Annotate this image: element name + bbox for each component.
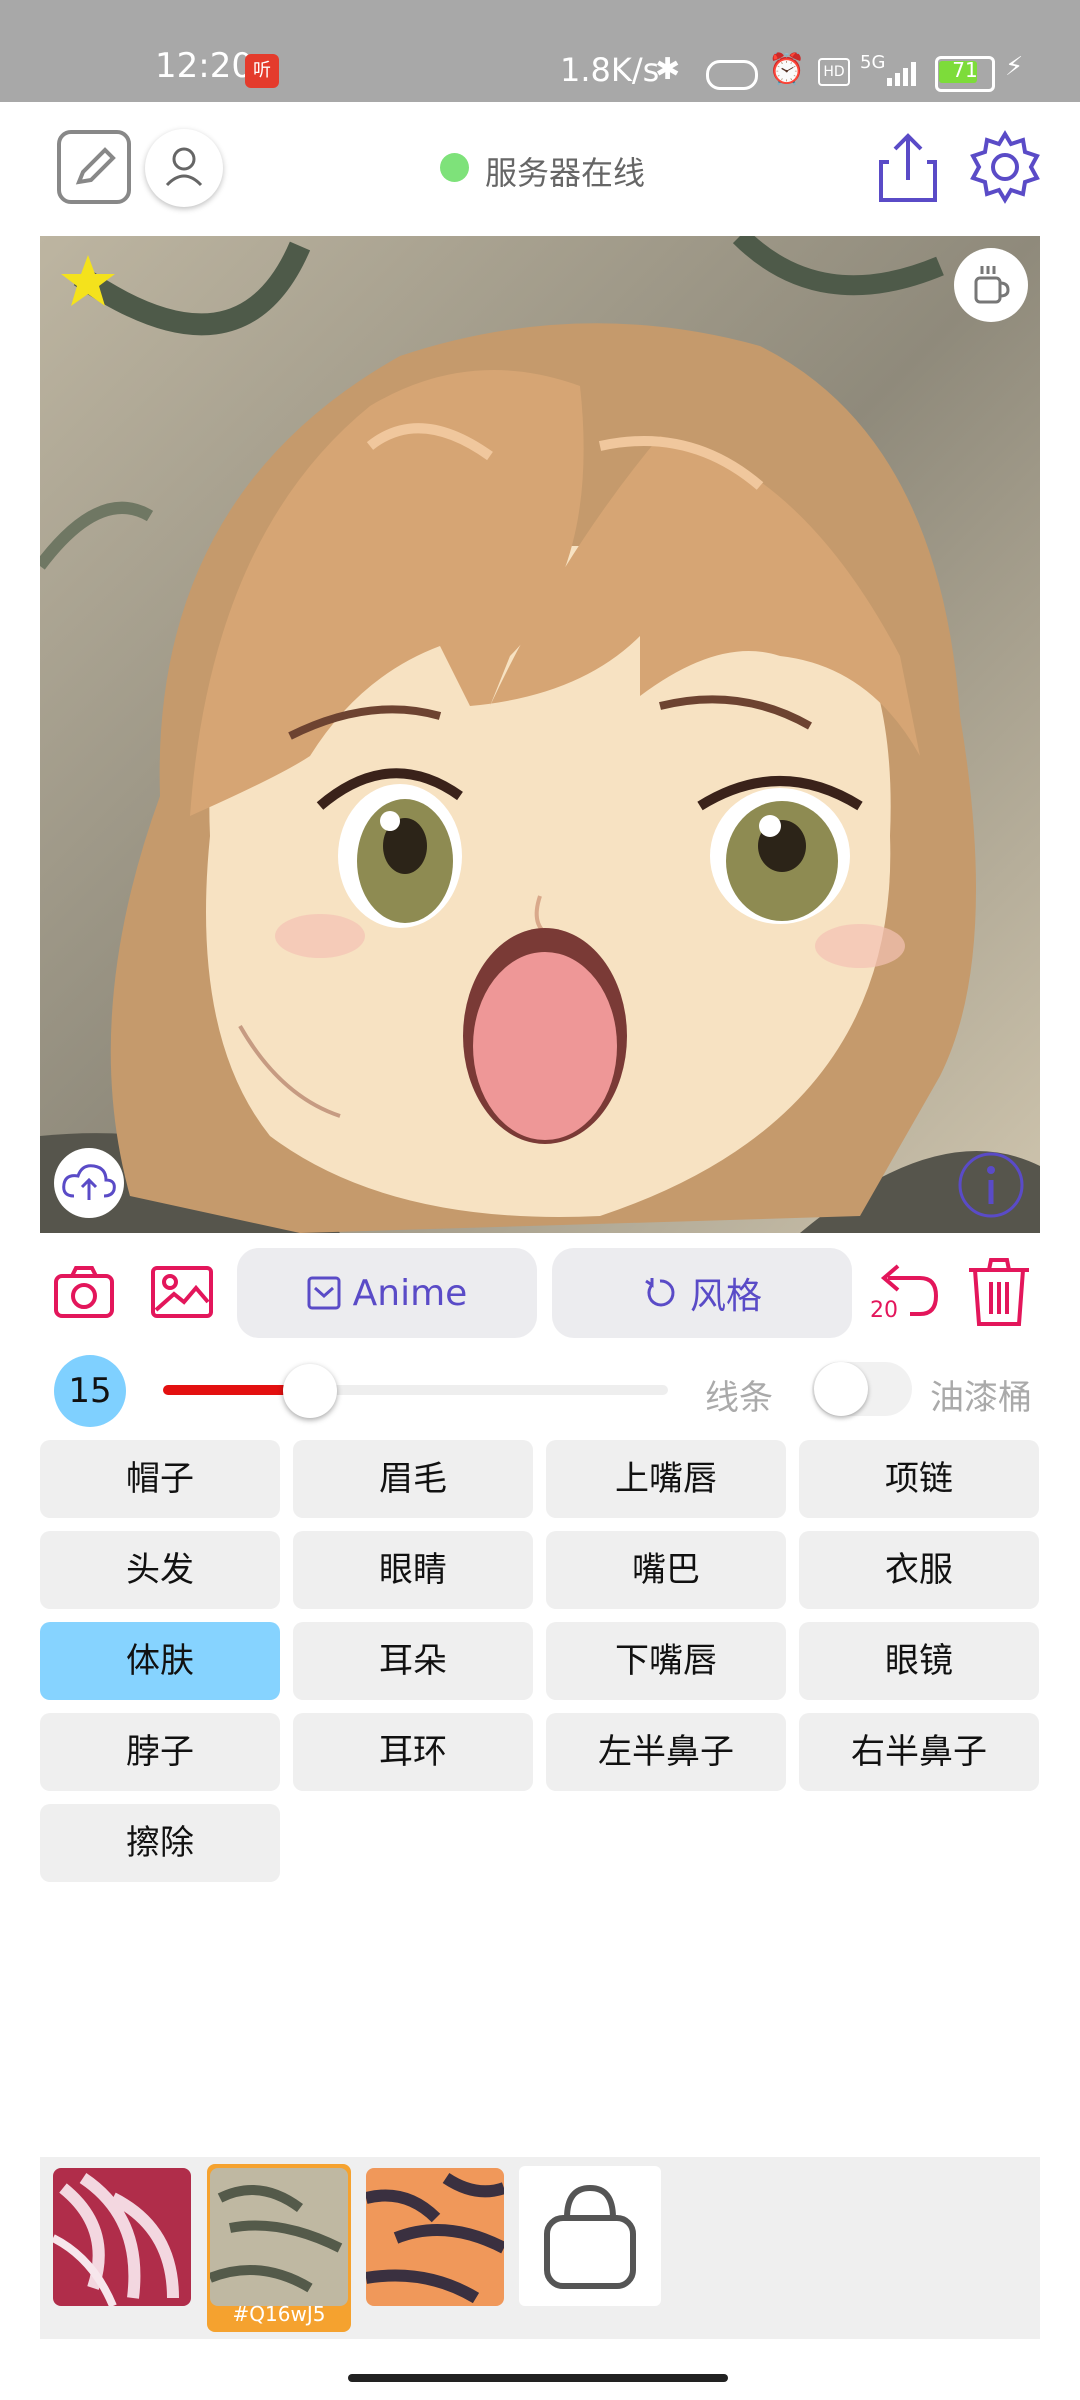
camera-button[interactable] [52,1262,116,1322]
coffee-button[interactable] [954,248,1028,322]
info-icon [958,1152,1024,1218]
anime-mode-label: Anime [352,1272,468,1314]
part-button-right-nose[interactable]: 右半鼻子 [799,1713,1039,1791]
share-icon [879,133,937,202]
part-button-necklace[interactable]: 项链 [799,1440,1039,1518]
home-indicator[interactable] [348,2374,728,2382]
user-icon [165,147,203,187]
anime-mode-button[interactable]: Anime [237,1248,537,1338]
status-bar: 12:20 听 1.8K/s ✱ ⏰ HD 5G 71 ⚡ [0,0,1080,102]
part-button-upper-lip[interactable]: 上嘴唇 [546,1440,786,1518]
drawing-canvas[interactable] [40,236,1040,1233]
part-button-left-nose[interactable]: 左半鼻子 [546,1713,786,1791]
anime-face-illustration [40,236,1040,1233]
user-button[interactable] [145,129,223,207]
server-status-dot [440,153,469,182]
pattern-swatch-1[interactable] [53,2168,191,2306]
app-notification-icon: 听 [245,54,279,88]
coffee-cup-icon [974,266,1010,304]
pattern-swatch-3[interactable] [366,2168,504,2306]
server-status-text: 服务器在线 [485,154,646,192]
undo-count: 20 [870,1298,898,1323]
pattern-swatch-image [366,2168,504,2306]
shopping-bag-icon [544,2184,636,2289]
pencil-icon [75,147,116,185]
network-speed: 1.8K/s [560,51,660,89]
part-button-eyebrows[interactable]: 眉毛 [293,1440,533,1518]
status-time: 12:20 [155,46,253,86]
cloud-upload-icon [62,1164,116,1200]
checkbox-icon [307,1276,341,1310]
brush-size-slider-thumb[interactable] [283,1364,337,1418]
part-button-clothes[interactable]: 衣服 [799,1531,1039,1609]
settings-button[interactable] [968,130,1042,204]
pattern-swatch-image [210,2168,348,2306]
part-button-glasses[interactable]: 眼镜 [799,1622,1039,1700]
pattern-swatch-image [53,2168,191,2306]
camera-icon [54,1266,114,1318]
favorite-star-button[interactable] [58,252,118,312]
selected-pattern-tag: #Q16wJ5 [232,2302,326,2326]
bluetooth-icon: ✱ [655,52,681,87]
star-icon [61,255,115,306]
alarm-icon: ⏰ [768,52,806,87]
part-button-mouth[interactable]: 嘴巴 [546,1531,786,1609]
paint-bucket-toggle-knob [814,1362,868,1416]
shop-button[interactable] [519,2166,661,2306]
part-button-skin[interactable]: 体肤 [40,1622,280,1700]
part-button-neck[interactable]: 脖子 [40,1713,280,1791]
part-button-eyes[interactable]: 眼睛 [293,1531,533,1609]
share-button[interactable] [875,130,941,204]
edit-button[interactable] [57,130,131,204]
part-button-hat[interactable]: 帽子 [40,1440,280,1518]
part-button-earrings[interactable]: 耳环 [293,1713,533,1791]
trash-icon [969,1258,1029,1326]
brush-size-badge: 15 [54,1355,126,1427]
style-button[interactable]: 风格 [552,1248,852,1338]
hd-icon: HD [818,58,850,86]
delete-button[interactable] [965,1256,1033,1328]
pattern-swatch-2[interactable] [210,2168,348,2306]
upload-button[interactable] [54,1148,124,1218]
style-label: 风格 [689,1276,762,1317]
part-button-hair[interactable]: 头发 [40,1531,280,1609]
image-icon [151,1266,213,1318]
part-button-ears[interactable]: 耳朵 [293,1622,533,1700]
part-button-erase[interactable]: 擦除 [40,1804,280,1882]
lines-label: 线条 [705,1378,773,1418]
battery-level: 71 [952,58,978,82]
toggle-status-icon [706,60,758,90]
part-button-lower-lip[interactable]: 下嘴唇 [546,1622,786,1700]
gallery-button[interactable] [150,1262,214,1322]
gear-icon [970,130,1040,204]
charging-icon: ⚡ [1005,52,1024,82]
refresh-icon [645,1278,675,1307]
info-button[interactable] [956,1150,1026,1220]
signal-icon [885,60,921,92]
network-type: 5G [860,52,886,73]
paint-bucket-label: 油漆桶 [930,1378,1032,1418]
